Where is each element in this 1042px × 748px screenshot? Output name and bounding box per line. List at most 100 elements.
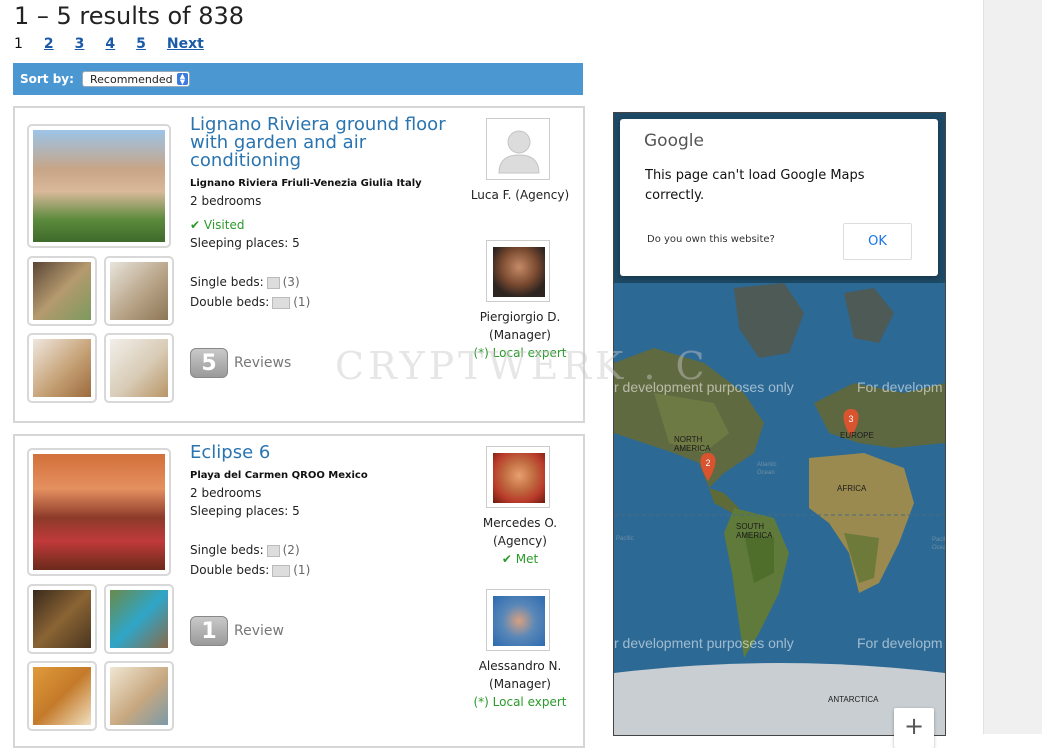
map-label: ANTARCTICA xyxy=(828,695,879,704)
thumbnail[interactable] xyxy=(104,661,174,731)
avatar[interactable] xyxy=(486,589,550,651)
host-photo xyxy=(493,596,545,646)
sort-select[interactable]: Recommended ▲ ▼ xyxy=(82,71,190,87)
maps-error-message: This page can't load Google Maps correct… xyxy=(645,168,865,203)
thumbnail[interactable] xyxy=(104,584,174,654)
dev-purposes-text: r development purposes only xyxy=(614,635,794,651)
reviews-badge[interactable]: 1 Review xyxy=(190,616,284,646)
right-gutter xyxy=(983,0,1042,734)
host-role: (Agency) xyxy=(493,534,547,548)
thumbnail[interactable] xyxy=(27,256,97,326)
page-current: 1 xyxy=(14,36,23,52)
host-info: Mercedes O. (Agency) ✔ Met xyxy=(455,514,585,568)
single-beds-label: Single beds: xyxy=(190,543,264,557)
double-beds-count: (1) xyxy=(293,295,311,309)
listing-location: Playa del Carmen QROO Mexico xyxy=(190,470,368,481)
reviews-label: Review xyxy=(234,623,284,639)
default-user-icon xyxy=(498,130,540,174)
listing-title[interactable]: Eclipse 6 xyxy=(190,444,460,462)
listing-location: Lignano Riviera Friuli-Venezia Giulia It… xyxy=(190,178,422,189)
thumbnail[interactable] xyxy=(27,584,97,654)
listing-title[interactable]: Lignano Riviera ground floor with garden… xyxy=(190,116,460,170)
host-photo xyxy=(493,453,545,503)
host-tag-label: Met xyxy=(515,552,539,566)
page-link-3[interactable]: 3 xyxy=(75,36,85,52)
visited-status: ✔ Visited xyxy=(190,218,244,232)
host-tag: ✔ Met xyxy=(455,550,585,568)
double-beds-label: Double beds: xyxy=(190,563,270,577)
page-link-4[interactable]: 4 xyxy=(105,36,115,52)
host-info: Luca F. (Agency) xyxy=(455,186,585,204)
avatar[interactable] xyxy=(486,240,550,302)
double-beds-count: (1) xyxy=(293,563,311,577)
checkmark-icon: ✔ xyxy=(501,552,512,566)
double-bed-icon xyxy=(272,296,291,309)
sort-selected-value: Recommended xyxy=(90,73,173,86)
avatar[interactable] xyxy=(486,118,550,180)
page-link-5[interactable]: 5 xyxy=(136,36,146,52)
double-beds-label: Double beds: xyxy=(190,295,270,309)
single-beds: Single beds: (3) xyxy=(190,275,300,289)
dev-purposes-text: For developm xyxy=(857,635,943,651)
map-label: Atlantic Ocean xyxy=(757,462,777,476)
host-name: Alessandro N. xyxy=(478,659,562,673)
dev-purposes-text: For developm xyxy=(857,379,943,395)
single-beds: Single beds: (2) xyxy=(190,543,300,557)
single-bed-icon xyxy=(266,276,280,289)
main-photo[interactable] xyxy=(27,448,171,576)
sort-bar: Sort by: Recommended ▲ ▼ xyxy=(13,63,583,95)
map-label: AFRICA xyxy=(837,484,867,493)
main-photo[interactable] xyxy=(27,124,171,248)
maps-error-dialog: Google This page can't load Google Maps … xyxy=(620,119,938,276)
thumbnail[interactable] xyxy=(104,256,174,326)
avatar[interactable] xyxy=(486,446,550,508)
marker-label: 3 xyxy=(848,414,853,424)
host-name: Mercedes O. xyxy=(482,516,558,530)
page-link-2[interactable]: 2 xyxy=(44,36,54,52)
reviews-label: Reviews xyxy=(234,355,292,371)
host-tag: (*) Local expert xyxy=(473,695,567,709)
thumbnail[interactable] xyxy=(27,661,97,731)
host-role: (Manager) xyxy=(489,328,551,342)
single-bed-icon xyxy=(266,544,280,557)
watermark: CRYPTWERK . C xyxy=(335,344,709,388)
reviews-count: 1 xyxy=(190,616,228,646)
host-name: Piergiorgio D. xyxy=(479,310,561,324)
map-label: EUROPE xyxy=(840,431,874,440)
thumbnail[interactable] xyxy=(104,333,174,403)
google-logo: Google xyxy=(644,131,704,151)
single-beds-count: (2) xyxy=(282,543,300,557)
results-heading: 1 – 5 results of 838 xyxy=(14,2,245,30)
sleeping-places: Sleeping places: 5 xyxy=(190,236,300,250)
map-label: NORTH AMERICA xyxy=(674,435,711,453)
bedrooms: 2 bedrooms xyxy=(190,194,262,208)
host-photo xyxy=(493,247,545,297)
listing-card: Eclipse 6 Playa del Carmen QROO Mexico 2… xyxy=(13,434,585,748)
marker-label: 2 xyxy=(705,458,710,468)
single-beds-label: Single beds: xyxy=(190,275,264,289)
host-name: Luca F. (Agency) xyxy=(470,188,570,202)
sleeping-places: Sleeping places: 5 xyxy=(190,504,300,518)
double-beds: Double beds: (1) xyxy=(190,295,310,309)
reviews-badge[interactable]: 5 Reviews xyxy=(190,348,291,378)
host-role: (Manager) xyxy=(489,677,551,691)
reviews-count: 5 xyxy=(190,348,228,378)
checkmark-icon: ✔ xyxy=(190,218,201,232)
page-next-link[interactable]: Next xyxy=(167,36,204,52)
map-label: Pacific xyxy=(616,536,634,542)
visited-label: Visited xyxy=(203,218,245,232)
pagination: 1 2 3 4 5 Next xyxy=(14,36,225,52)
double-beds: Double beds: (1) xyxy=(190,563,310,577)
zoom-in-button[interactable]: + xyxy=(894,708,934,748)
select-arrows-icon: ▲ ▼ xyxy=(177,73,188,86)
thumbnail[interactable] xyxy=(27,333,97,403)
map-label: SOUTH AMERICA xyxy=(736,522,773,540)
single-beds-count: (3) xyxy=(282,275,300,289)
double-bed-icon xyxy=(272,564,291,577)
bedrooms: 2 bedrooms xyxy=(190,486,262,500)
host-info: Alessandro N. (Manager) (*) Local expert xyxy=(455,657,585,711)
sort-label: Sort by: xyxy=(20,72,74,86)
ok-button[interactable]: OK xyxy=(843,223,912,260)
own-website-question: Do you own this website? xyxy=(647,234,775,245)
map-label: Pacific Ocean xyxy=(932,537,945,551)
